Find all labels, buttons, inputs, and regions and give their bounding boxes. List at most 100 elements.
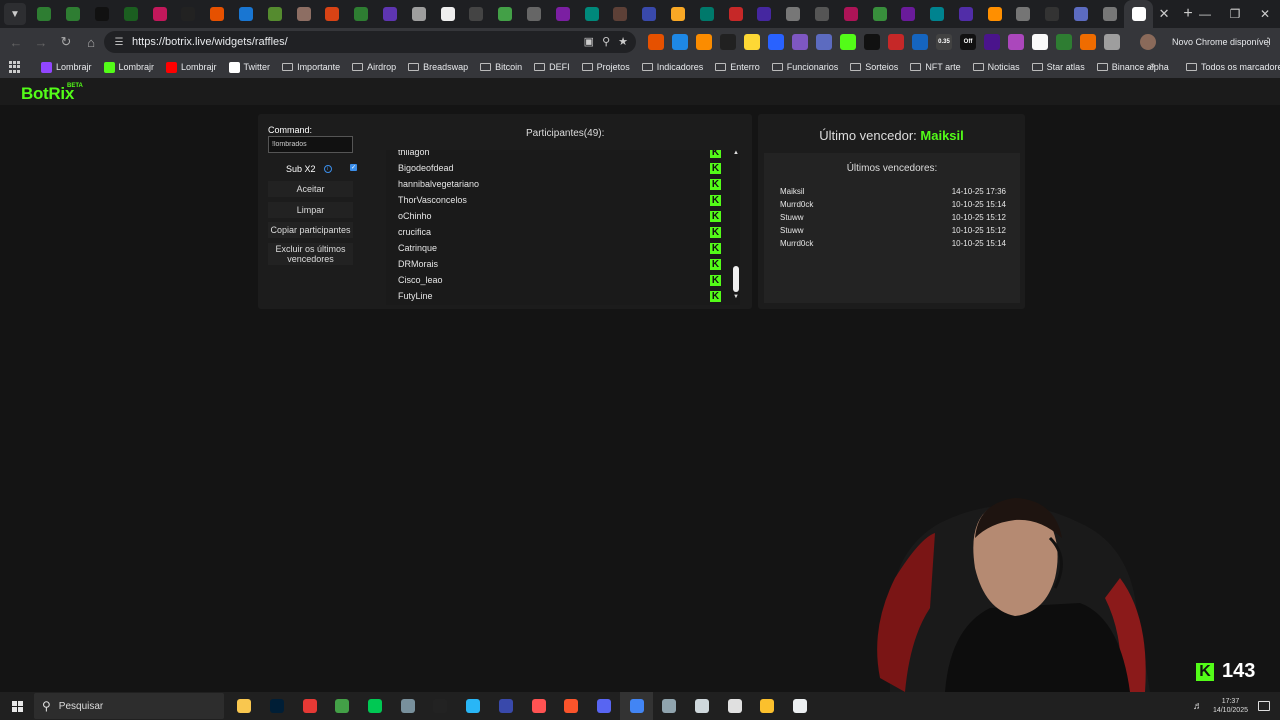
taskbar-app[interactable] [326,692,359,720]
reload-button[interactable]: ↻ [54,30,78,54]
browser-tab[interactable] [260,0,289,28]
exclude-winners-button[interactable]: Excluir os últimos vencedores [268,243,353,265]
more-bookmarks-icon[interactable]: » [1150,60,1156,71]
bookmark-item[interactable]: Importante [276,62,346,73]
browser-tab[interactable] [433,0,462,28]
extension-icon[interactable] [1104,34,1120,50]
notifications-icon[interactable] [1258,701,1270,711]
browser-tab[interactable] [1009,0,1038,28]
extension-icon[interactable] [1008,34,1024,50]
extension-icon[interactable]: 0.35 [936,34,952,50]
taskbar-app[interactable] [718,692,751,720]
browser-tab[interactable] [980,0,1009,28]
browser-tab[interactable] [865,0,894,28]
bookmark-item[interactable]: Lombrajr [98,61,161,73]
browser-tab[interactable] [1095,0,1124,28]
taskbar-app[interactable] [653,692,686,720]
browser-tab[interactable] [232,0,261,28]
extension-icon[interactable] [1056,34,1072,50]
scroll-thumb[interactable] [733,266,739,292]
browser-tab[interactable] [462,0,491,28]
back-button[interactable]: ← [4,30,28,54]
taskbar-app[interactable] [261,692,294,720]
taskbar-app[interactable] [751,692,784,720]
address-bar[interactable]: ☰ https://botrix.live/widgets/raffles/ ▣… [104,31,636,53]
minimize-button[interactable]: — [1190,0,1220,28]
browser-tab[interactable] [606,0,635,28]
taskbar-search[interactable]: ⚲ Pesquisar [34,693,224,719]
zoom-icon[interactable]: ⚲ [602,35,610,48]
taskbar-app[interactable] [391,692,424,720]
browser-tab[interactable] [88,0,117,28]
bookmark-item[interactable]: Twitter [223,61,277,73]
browser-tab[interactable] [289,0,318,28]
browser-tab[interactable] [318,0,347,28]
command-input[interactable] [268,136,353,153]
extension-icon[interactable] [792,34,808,50]
extension-icon[interactable] [816,34,832,50]
browser-tab[interactable] [750,0,779,28]
browser-tab[interactable] [174,0,203,28]
bookmark-item[interactable]: Lombrajr [160,61,223,73]
accept-button[interactable]: Aceitar [268,181,353,197]
profile-avatar[interactable] [1140,34,1156,50]
home-button[interactable]: ⌂ [79,30,103,54]
extension-icon[interactable] [744,34,760,50]
bookmark-item[interactable]: Projetos [576,62,636,73]
bookmark-item[interactable]: Sorteios [844,62,904,73]
extension-icon[interactable] [1080,34,1096,50]
taskbar-app[interactable] [522,692,555,720]
browser-tab[interactable] [59,0,88,28]
extension-icon[interactable] [840,34,856,50]
apps-icon[interactable] [9,61,21,73]
close-window-button[interactable]: ✕ [1250,0,1280,28]
bookmark-item[interactable]: NFT arte [904,62,966,73]
browser-tab[interactable] [836,0,865,28]
all-bookmarks-folder[interactable]: Todos os marcadores [1180,56,1280,78]
bookmark-item[interactable]: Indicadores [636,62,710,73]
clear-button[interactable]: Limpar [268,202,353,218]
forward-button[interactable]: → [29,30,53,54]
browser-tab[interactable] [721,0,750,28]
extension-icon[interactable] [864,34,880,50]
extension-icon[interactable]: Off [960,34,976,50]
taskbar-app[interactable] [620,692,653,720]
extension-icon[interactable] [696,34,712,50]
browser-tab[interactable] [1067,0,1096,28]
browser-tab[interactable] [30,0,59,28]
taskbar-app[interactable] [424,692,457,720]
browser-tab[interactable] [520,0,549,28]
bookmark-item[interactable]: Binance alpha [1091,62,1175,73]
participants-scrollbar[interactable]: ▲ ▼ [732,150,740,305]
taskbar-app[interactable] [293,692,326,720]
browser-tab[interactable] [145,0,174,28]
extension-icon[interactable] [912,34,928,50]
extension-icon[interactable] [984,34,1000,50]
site-info-icon[interactable]: ☰ [112,35,126,49]
bookmark-item[interactable]: Enterro [709,62,766,73]
browser-tab[interactable] [548,0,577,28]
browser-tab[interactable] [116,0,145,28]
extension-icon[interactable] [720,34,736,50]
bookmark-item[interactable]: Funcionarios [766,62,845,73]
bookmark-star-icon[interactable]: ★ [618,35,628,48]
translate-icon[interactable]: ▣ [584,35,594,48]
taskbar-app[interactable] [228,692,261,720]
info-icon[interactable]: i [323,165,332,173]
clock[interactable]: 17:37 14/10/2025 [1213,697,1248,715]
scroll-down-arrow[interactable]: ▼ [733,294,739,300]
browser-tab[interactable] [404,0,433,28]
taskbar-app[interactable] [784,692,817,720]
browser-tab[interactable] [664,0,693,28]
taskbar-app[interactable] [588,692,621,720]
extension-icon[interactable] [648,34,664,50]
extension-icon[interactable] [888,34,904,50]
browser-tab[interactable] [635,0,664,28]
browser-tab[interactable] [894,0,923,28]
browser-tab[interactable] [923,0,952,28]
extension-icon[interactable] [672,34,688,50]
browser-tab[interactable] [692,0,721,28]
menu-icon[interactable]: ⋮ [1262,35,1274,49]
browser-tab[interactable] [347,0,376,28]
copy-participants-button[interactable]: Copiar participantes [268,222,353,238]
